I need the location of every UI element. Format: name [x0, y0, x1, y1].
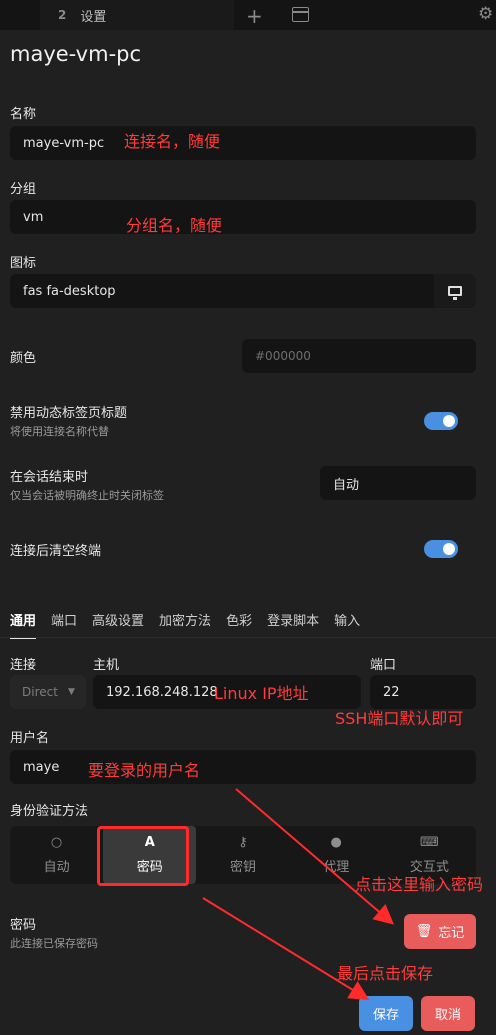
arrow-to-forget — [235, 788, 395, 925]
arrow-to-save — [202, 897, 370, 1001]
annotation-arrows — [202, 788, 395, 1001]
